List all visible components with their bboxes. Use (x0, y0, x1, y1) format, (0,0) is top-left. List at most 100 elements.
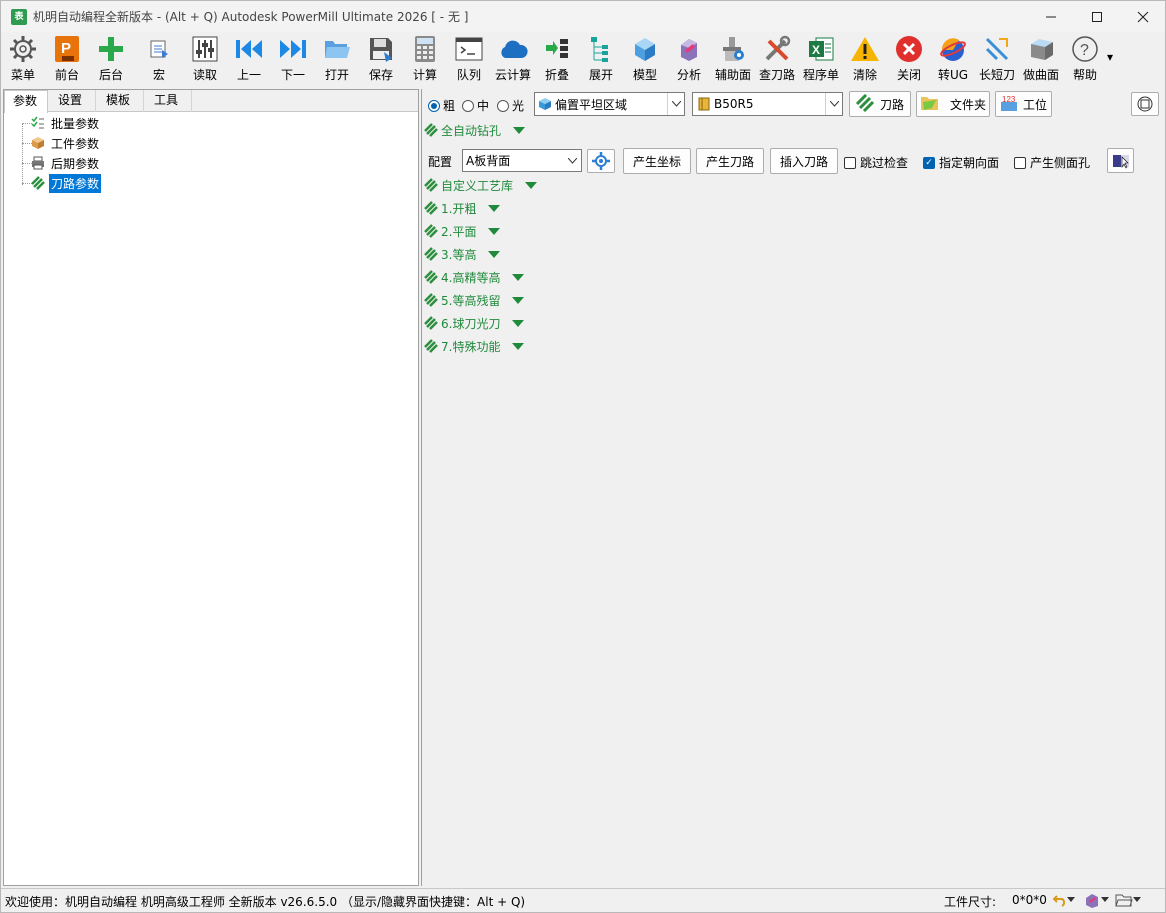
config-label: 配置 (428, 155, 453, 169)
section-precise-contour[interactable]: 4.高精等高 (424, 267, 525, 287)
section-auto-drill[interactable]: 全自动钻孔 (424, 120, 526, 140)
toolbar-to-ug-button[interactable]: 转UG (935, 34, 971, 84)
svg-text:123: 123 (1002, 95, 1016, 104)
folder-button[interactable]: 文件夹 (916, 91, 990, 117)
toolbar-open-button[interactable]: 打开 (321, 34, 353, 84)
toolpath-icon (424, 339, 438, 353)
toolbar-aux-surface-button[interactable]: 辅助面 (713, 34, 753, 84)
toolpath-icon (424, 293, 438, 307)
open-folder-dropdown[interactable] (1115, 892, 1141, 908)
toolbar-background-button[interactable]: 后台 (95, 34, 127, 84)
toolbar-check-path-button[interactable]: 查刀路 (757, 34, 797, 84)
toolbar-macro-button[interactable]: 宏 (145, 34, 173, 84)
view-button[interactable] (1107, 148, 1134, 173)
generate-coord-button[interactable]: 产生坐标 (623, 148, 691, 174)
toolbar-label: 分析 (676, 68, 701, 82)
toolbar-calc-button[interactable]: 计算 (409, 34, 441, 84)
analysis-dropdown[interactable] (1083, 892, 1109, 908)
toolpath-icon (855, 93, 875, 115)
skip-check-checkbox[interactable]: 跳过检查 (844, 154, 908, 171)
radio-finish[interactable]: 光 (497, 97, 524, 114)
tree-item-label: 工件参数 (51, 136, 100, 151)
toolbar-save-button[interactable]: 保存 (365, 34, 397, 84)
tool-icon (698, 97, 710, 111)
section-ball-finish[interactable]: 6.球刀光刀 (424, 313, 525, 333)
specify-face-checkbox[interactable]: ✓ 指定朝向面 (923, 154, 999, 171)
toolbar-label: 帮助 (1072, 68, 1097, 82)
section-label: 7.特殊功能 (441, 339, 501, 354)
config-value: A板背面 (466, 154, 511, 168)
close-window-button[interactable] (1120, 1, 1166, 32)
tab-params[interactable]: 参数 (4, 90, 48, 113)
section-special[interactable]: 7.特殊功能 (424, 336, 525, 356)
toolbar-clear-button[interactable]: 清除 (849, 34, 881, 84)
toolbar-analysis-button[interactable]: 分析 (673, 34, 705, 84)
tab-tools[interactable]: 工具 (146, 90, 192, 112)
generate-toolpath-button[interactable]: 产生刀路 (696, 148, 764, 174)
toolbar-close-button[interactable]: 关闭 (893, 34, 925, 84)
config-combo[interactable]: A板背面 (462, 149, 582, 172)
radio-rough[interactable]: 粗 (428, 97, 455, 114)
toolpath-icon (424, 178, 438, 192)
tree-item-workpiece-params[interactable]: 工件参数 (30, 134, 101, 152)
toolbar-label: 辅助面 (714, 68, 751, 82)
tab-settings[interactable]: 设置 (50, 90, 96, 112)
section-contour-rest[interactable]: 5.等高残留 (424, 290, 525, 310)
tree-item-batch-params[interactable]: 批量参数 (30, 114, 101, 132)
toolbar-model-button[interactable]: 模型 (629, 34, 661, 84)
work-position-button[interactable]: 123 工位 (995, 91, 1052, 117)
analysis-icon (1086, 894, 1098, 908)
strategy-combo[interactable]: 偏置平坦区域 (534, 92, 685, 116)
section-roughing[interactable]: 1.开粗 (424, 198, 501, 218)
minimize-button-2[interactable] (1028, 1, 1074, 32)
ug-icon (938, 34, 968, 64)
toolbar-label: 折叠 (544, 68, 569, 82)
tree-item-post-params[interactable]: 后期参数 (30, 154, 101, 172)
toolbar-label: 读取 (192, 68, 217, 82)
tree-item-toolpath-params[interactable]: 刀路参数 (30, 173, 102, 193)
toolpath-button[interactable]: 刀路 (849, 91, 911, 117)
chevron-down-icon (488, 250, 501, 258)
toolbar-long-short-tool-button[interactable]: 长短刀 (977, 34, 1017, 84)
toolbar-label: 关闭 (896, 68, 921, 82)
toolbar-make-surface-button[interactable]: 做曲面 (1021, 34, 1061, 84)
toolbar-cloud-button[interactable]: 云计算 (495, 34, 531, 84)
toolbar-overflow-arrow[interactable]: ▾ (1107, 50, 1113, 64)
right-panel: 粗 中 光 偏置平坦区域 B50R5 刀路 文件夹 123 工位 全自动钻孔 配… (421, 89, 1165, 886)
collapse-icon (542, 34, 572, 64)
toolbar-menu-button[interactable]: 菜单 (7, 34, 39, 84)
insert-toolpath-button[interactable]: 插入刀路 (770, 148, 838, 174)
toolbar-prev-button[interactable]: 上一 (233, 34, 265, 84)
tab-templates[interactable]: 模板 (98, 90, 144, 112)
undo-button[interactable] (1053, 893, 1075, 907)
toolbar-read-button[interactable]: 读取 (189, 34, 221, 84)
config-settings-button[interactable] (587, 149, 615, 173)
side-hole-checkbox[interactable]: 产生侧面孔 (1014, 154, 1090, 171)
tool-combo[interactable]: B50R5 (692, 92, 843, 116)
box-icon (30, 135, 46, 151)
toolbar-label: 打开 (324, 68, 349, 82)
section-custom-library[interactable]: 自定义工艺库 (424, 175, 538, 195)
help-icon: ? (1070, 34, 1100, 64)
folder-button-label: 文件夹 (949, 97, 986, 112)
chevron-down-icon (488, 204, 501, 212)
checkmark-icon: ✓ (923, 156, 935, 169)
section-label: 3.等高 (441, 247, 477, 262)
toolbar-program-sheet-button[interactable]: X 程序单 (801, 34, 841, 84)
toolbar-collapse-button[interactable]: 折叠 (541, 34, 573, 84)
section-contour[interactable]: 3.等高 (424, 244, 501, 264)
toolbar-label: 做曲面 (1022, 68, 1059, 82)
toolbar-foreground-button[interactable]: P 前台 (51, 34, 83, 84)
toolbar-queue-button[interactable]: 队列 (453, 34, 485, 84)
toolbar-next-button[interactable]: 下一 (277, 34, 309, 84)
radio-medium[interactable]: 中 (462, 97, 489, 114)
toolbar-label: 下一 (280, 68, 305, 82)
toolbar-expand-button[interactable]: 展开 (585, 34, 617, 84)
checkbox-box (1014, 156, 1026, 169)
section-flat[interactable]: 2.平面 (424, 221, 501, 241)
toolbar-help-button[interactable]: ? 帮助 (1069, 34, 1101, 84)
maximize-button[interactable] (1074, 1, 1120, 32)
long-short-tool-icon (982, 34, 1012, 64)
toolbar-label: 计算 (412, 68, 437, 82)
record-button[interactable] (1131, 92, 1159, 116)
